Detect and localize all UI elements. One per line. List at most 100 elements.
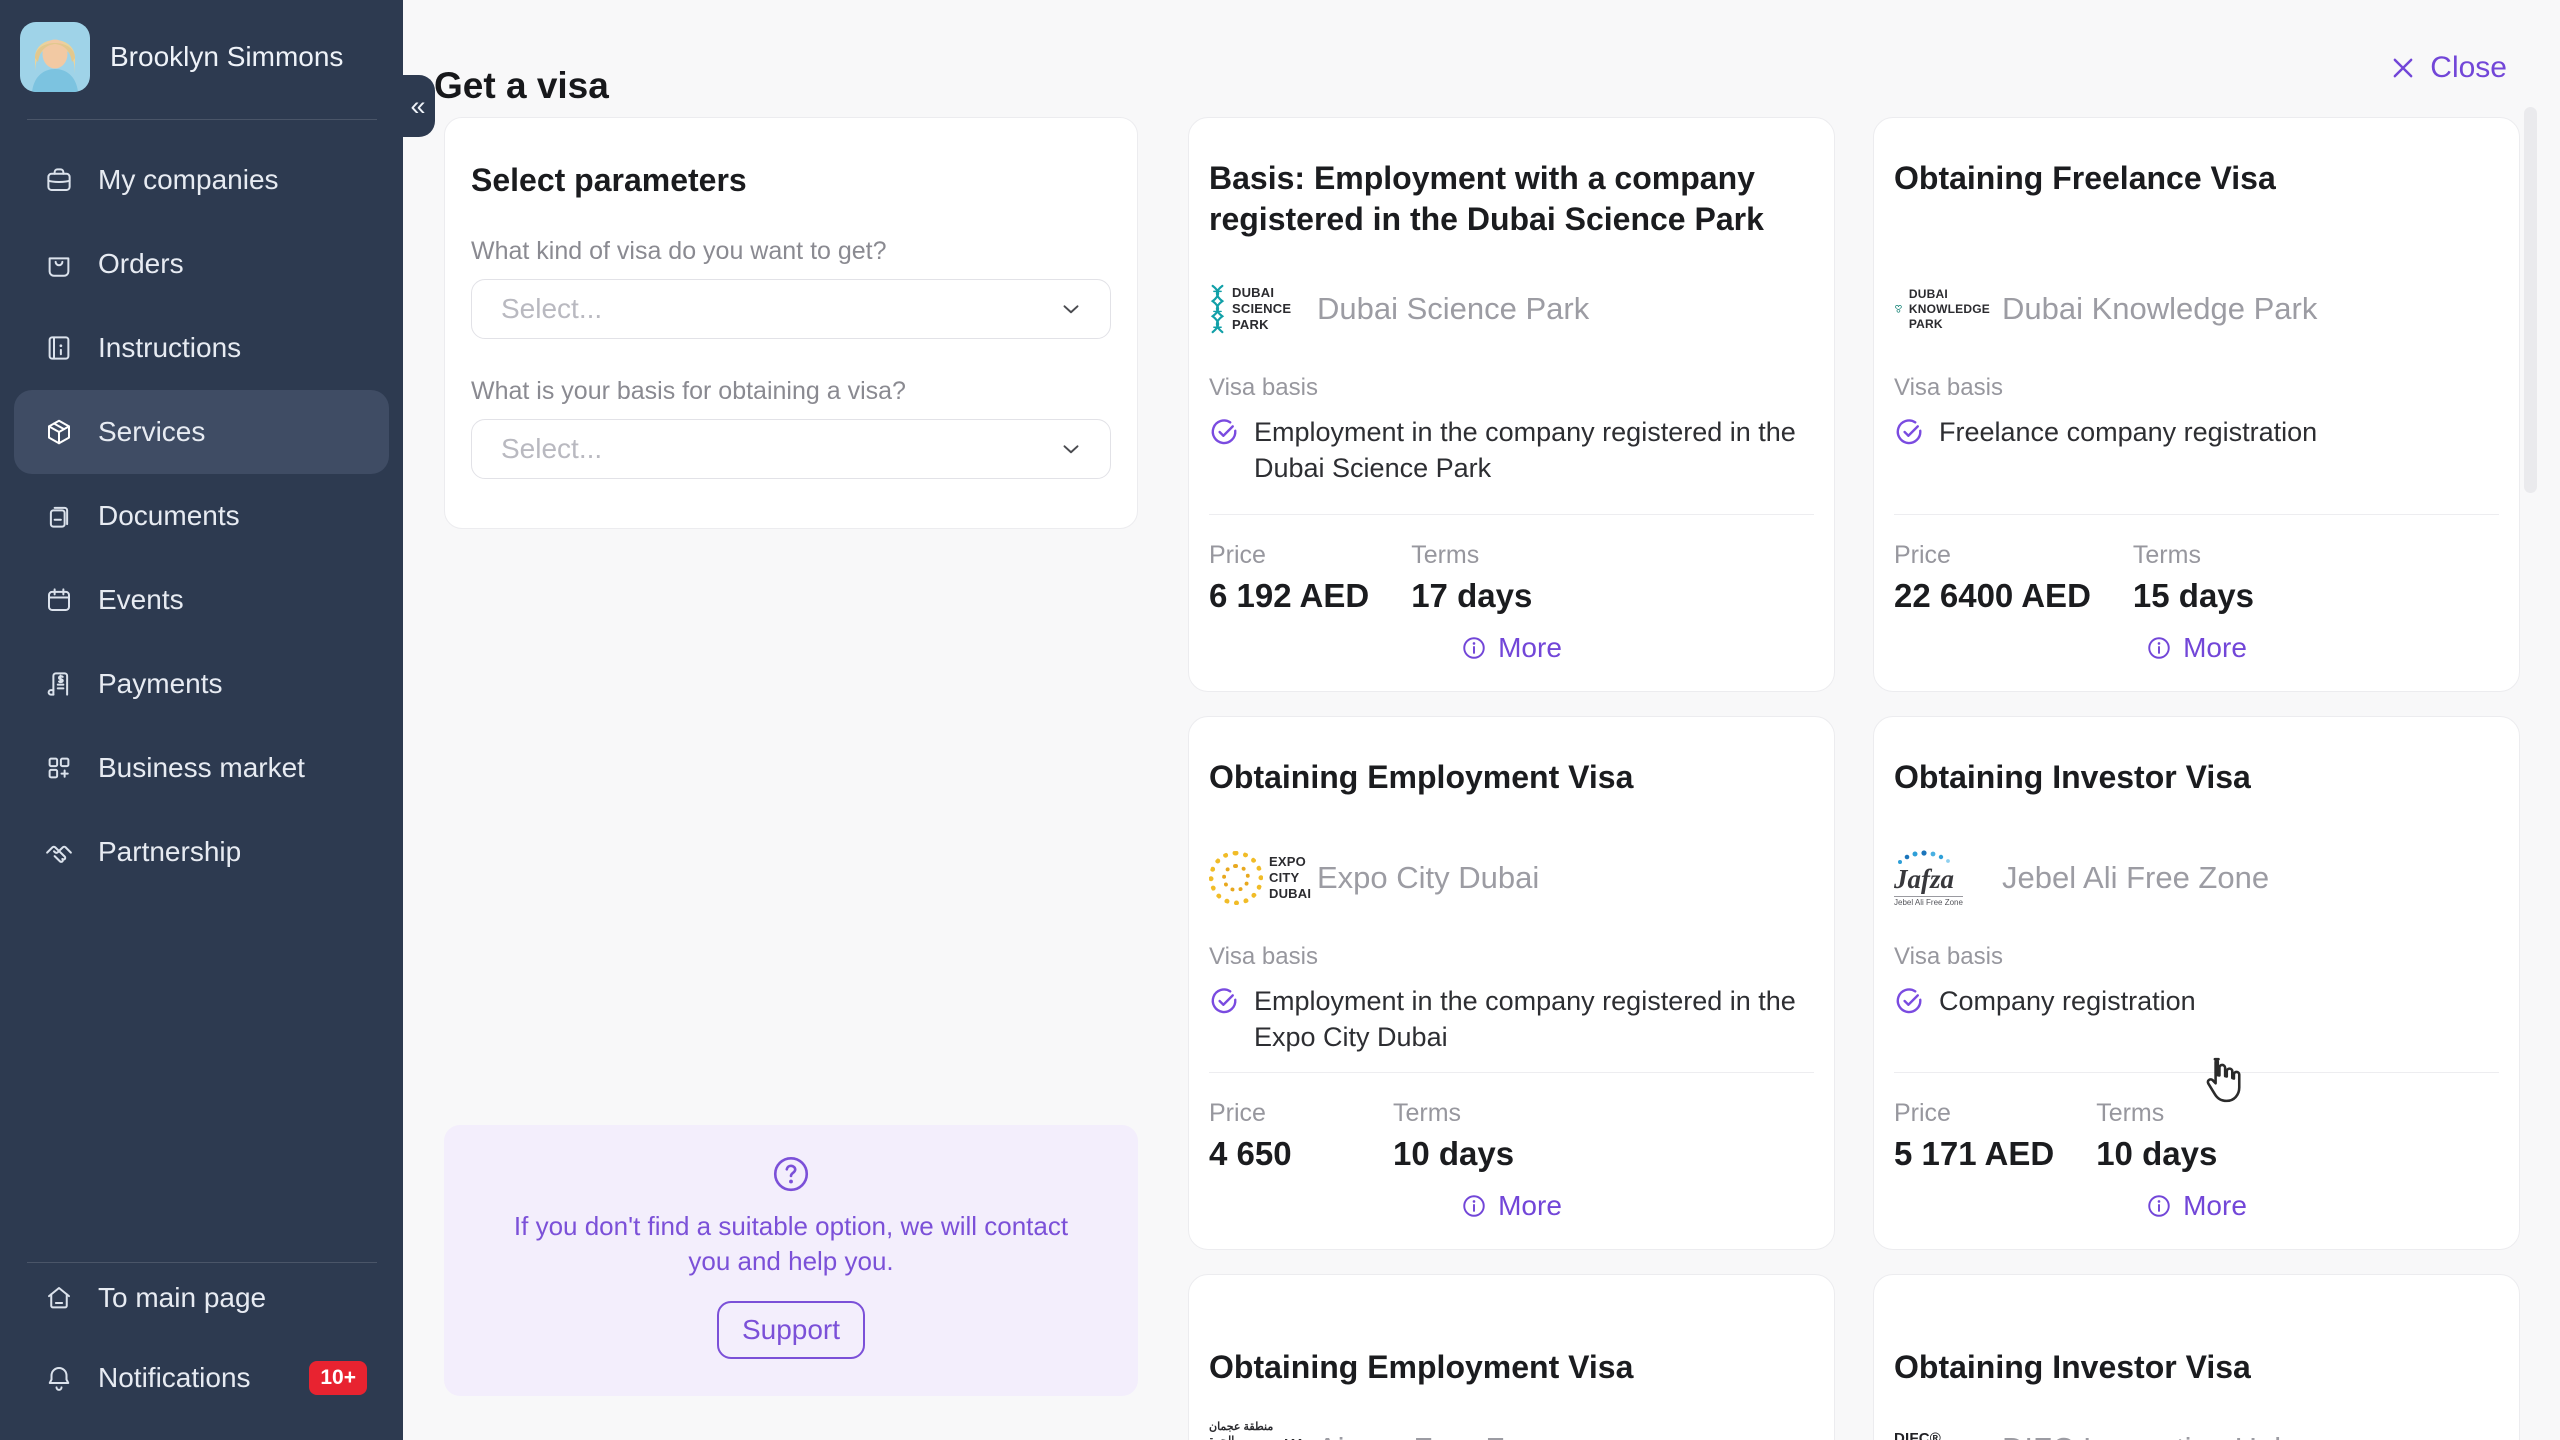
more-button[interactable]: More [1455,631,1568,665]
select-placeholder: Select... [501,293,602,325]
sidebar-item-partnership[interactable]: Partnership [14,810,389,894]
company-name: DIFC Innovation Hub [2002,1431,2291,1440]
sidebar-item-documents[interactable]: Documents [14,474,389,558]
sidebar-item-my-companies[interactable]: My companies [14,138,389,222]
sidebar-item-label: Services [98,416,205,448]
sidebar-item-business-market[interactable]: Business market [14,726,389,810]
sidebar-item-label: Orders [98,248,184,280]
more-label: More [1498,632,1562,664]
user-name: Brooklyn Simmons [110,22,343,92]
terms-value: 15 days [2133,577,2254,615]
sidebar-item-orders[interactable]: Orders [14,222,389,306]
terms-label: Terms [1411,541,1532,570]
visa-card-dubai-science-park[interactable]: Basis: Employment with a company registe… [1188,117,1835,692]
company-row: Jafza Jebel Ali Free Zone Jebel Ali Free… [1894,841,2499,915]
terms-value: 10 days [2096,1135,2217,1173]
visa-card-dubai-knowledge-park[interactable]: Obtaining Freelance Visa DUBAI KNOWLEDGE… [1873,117,2520,692]
check-circle-icon [1209,986,1239,1016]
visa-basis-question-label: What is your basis for obtaining a visa? [471,377,1111,406]
more-button[interactable]: More [1455,1189,1568,1223]
support-box: If you don't find a suitable option, we … [444,1125,1138,1396]
logo-text-line: KNOWLEDGE [1909,302,1990,317]
visa-basis-text: Employment in the company registered in … [1254,415,1814,486]
price-value: 22 6400 AED [1894,577,2091,615]
sidebar-item-to-main-page[interactable]: To main page [14,1258,389,1338]
visa-card-difc-innovation-hub[interactable]: Obtaining Investor Visa DIFC® Innovation… [1873,1274,2520,1440]
company-name: Dubai Knowledge Park [2002,291,2317,327]
price-value: 5 171 AED [1894,1135,2054,1173]
info-icon [1461,635,1487,661]
company-name: Dubai Science Park [1317,291,1589,327]
card-footer: Price 6 192 AED Terms 17 days More [1209,514,1814,665]
knot-icon [1894,296,1903,322]
card-footer: Price 4 650 Terms 10 days More [1209,1072,1814,1223]
company-row: DUBAI KNOWLEDGE PARK Dubai Knowledge Par… [1894,272,2499,346]
logo-text-line: SCIENCE [1232,301,1291,317]
price-value: 6 192 AED [1209,577,1369,615]
sidebar-item-payments[interactable]: Payments [14,642,389,726]
sidebar-collapse-button[interactable]: « [403,75,435,137]
company-row: منطقة عجمان الحرة Ajman Free Zone Ajman … [1209,1412,1814,1440]
visa-basis-row: Company registration [1894,984,2499,1020]
company-row: DUBAI SCIENCE PARK Dubai Science Park [1209,272,1814,346]
visa-card-jebel-ali-free-zone[interactable]: Obtaining Investor Visa Jafza Jebel Ali … [1873,716,2520,1250]
scrollbar-thumb[interactable] [2524,107,2537,493]
support-button[interactable]: Support [717,1301,865,1359]
avatar[interactable] [20,22,90,92]
logo-text-line: DIFC® [1894,1430,1988,1440]
bell-icon [44,1363,74,1393]
ajman-free-zone-logo: منطقة عجمان الحرة Ajman Free Zone [1209,1421,1305,1440]
visa-card-expo-city-dubai[interactable]: Obtaining Employment Visa EXPO CITY DUBA… [1188,716,1835,1250]
visa-basis-label: Visa basis [1209,374,1814,402]
visa-basis-select[interactable]: Select... [471,419,1111,479]
sidebar: Brooklyn Simmons My companies Orders [0,0,403,1440]
chevron-down-icon [1058,436,1084,462]
visa-basis-label: Visa basis [1209,943,1814,971]
company-name: Jebel Ali Free Zone [2002,860,2269,896]
visa-basis-text: Freelance company registration [1939,415,2317,451]
price-label: Price [1209,1099,1351,1128]
terms-label: Terms [1393,1099,1514,1128]
sidebar-item-label: Payments [98,668,223,700]
price-value: 4 650 [1209,1135,1351,1173]
avatar-image [20,22,90,92]
visa-basis-row: Employment in the company registered in … [1209,984,1814,1055]
logo-text-line: DUBAI [1232,285,1291,301]
shopping-bag-icon [44,249,74,279]
sidebar-item-events[interactable]: Events [14,558,389,642]
panel-title: Select parameters [471,162,1111,199]
services-box-icon [44,417,74,447]
home-icon [44,1283,74,1313]
sidebar-nav: My companies Orders Instructions [14,138,389,894]
dubai-knowledge-park-logo: DUBAI KNOWLEDGE PARK [1894,287,1990,332]
documents-icon [44,501,74,531]
more-label: More [2183,632,2247,664]
sidebar-item-label: Notifications [98,1362,251,1394]
page-title: Get a visa [434,65,609,107]
calendar-icon [44,585,74,615]
price-label: Price [1894,541,2091,570]
visa-card-ajman-free-zone[interactable]: Obtaining Employment Visa منطقة عجمان ال… [1188,1274,1835,1440]
logo-text-line: PARK [1232,317,1291,333]
sidebar-item-notifications[interactable]: Notifications 10+ [14,1338,389,1418]
visa-basis-text: Company registration [1939,984,2196,1020]
visa-basis-label: Visa basis [1894,374,2499,402]
logo-text-line: EXPO [1269,854,1311,870]
logo-text-line: CITY [1269,870,1311,886]
expo-city-dubai-logo: EXPO CITY DUBAI [1209,851,1305,905]
close-button[interactable]: Close [2383,50,2513,86]
more-button[interactable]: More [2140,631,2253,665]
check-circle-icon [1209,417,1239,447]
company-row: EXPO CITY DUBAI Expo City Dubai [1209,841,1814,915]
sidebar-item-label: Instructions [98,332,241,364]
visa-kind-select[interactable]: Select... [471,279,1111,339]
main-content: Get a visa Close Select parameters What … [403,0,2560,1440]
more-button[interactable]: More [2140,1189,2253,1223]
card-divider [1894,514,2499,515]
visa-card-title: Obtaining Investor Visa [1894,1347,2499,1388]
briefcase-icon [44,165,74,195]
visa-basis-row: Freelance company registration [1894,415,2499,451]
company-row: DIFC® Innovation Hub DIFC Innovation Hub [1894,1412,2499,1440]
sidebar-item-services[interactable]: Services [14,390,389,474]
sidebar-item-instructions[interactable]: Instructions [14,306,389,390]
